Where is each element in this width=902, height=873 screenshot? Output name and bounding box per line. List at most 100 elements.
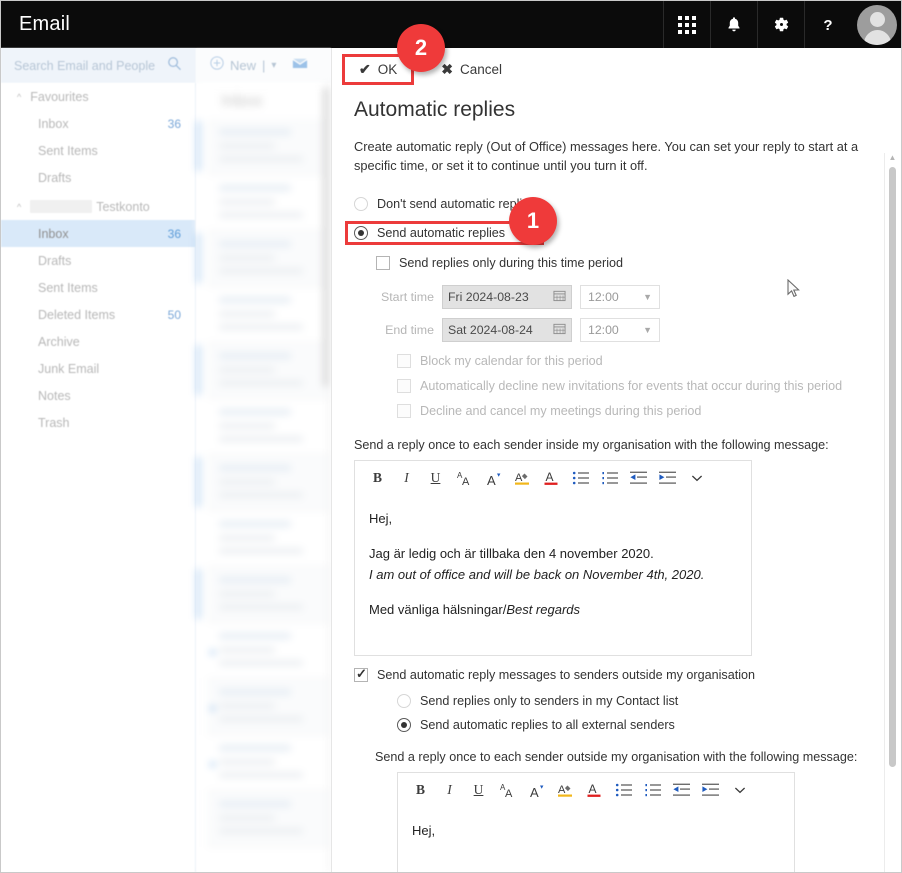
decline-invitations-checkbox[interactable]: [397, 379, 411, 394]
message-list-scrollbar[interactable]: [323, 87, 328, 387]
shrink-font-icon[interactable]: A: [522, 775, 551, 804]
list-item[interactable]: [197, 119, 330, 175]
inside-org-message-body[interactable]: Hej, Jag är ledig och är tillbaka den 4 …: [355, 494, 751, 647]
sidebar-item-fav-sent-items[interactable]: Sent Items: [1, 137, 195, 164]
envelope-icon[interactable]: [292, 57, 308, 75]
grow-font-icon[interactable]: AA: [450, 463, 479, 492]
more-formatting-chevron-icon[interactable]: [682, 463, 711, 492]
list-item[interactable]: ►: [207, 679, 330, 735]
sidebar-item-junk-email[interactable]: Junk Email: [1, 355, 195, 382]
list-item[interactable]: [207, 175, 330, 231]
options-scrollbar[interactable]: ▲ ▼: [886, 153, 899, 872]
bulleted-list-icon[interactable]: [609, 775, 638, 804]
outside-org-message-body[interactable]: Hej,: [398, 806, 794, 868]
notifications-bell-icon[interactable]: [710, 1, 757, 48]
italic-icon[interactable]: I: [392, 463, 421, 492]
sidebar-item-fav-inbox[interactable]: Inbox 36: [1, 110, 195, 137]
sidebar-item-fav-drafts[interactable]: Drafts: [1, 164, 195, 191]
list-item[interactable]: ►: [207, 735, 330, 791]
chevron-down-icon[interactable]: ▼: [643, 292, 652, 302]
send-automatic-replies-row[interactable]: Send automatic replies: [345, 221, 874, 246]
sidebar-item-label: Trash: [38, 415, 70, 430]
avatar[interactable]: [851, 1, 901, 48]
bulleted-list-icon[interactable]: [566, 463, 595, 492]
calendar-icon[interactable]: [553, 322, 566, 338]
decline-invitations-row[interactable]: Automatically decline new invitations fo…: [354, 379, 874, 394]
outside-org-checkbox[interactable]: [354, 666, 368, 683]
highlight-color-icon[interactable]: A: [551, 775, 580, 804]
italic-icon[interactable]: I: [435, 775, 464, 804]
sidebar-item-drafts[interactable]: Drafts: [1, 247, 195, 274]
sidebar-item-inbox[interactable]: Inbox 36: [1, 220, 195, 247]
grow-font-icon[interactable]: AA: [493, 775, 522, 804]
bold-icon[interactable]: B: [406, 775, 435, 804]
list-item[interactable]: [207, 791, 330, 847]
time-period-checkbox[interactable]: [376, 256, 390, 271]
decrease-indent-icon[interactable]: [667, 775, 696, 804]
underline-icon[interactable]: U: [464, 775, 493, 804]
search-bar[interactable]: Search Email and People: [1, 48, 196, 83]
outside-org-row[interactable]: Send automatic reply messages to senders…: [354, 666, 874, 683]
sidebar-item-sent-items[interactable]: Sent Items: [1, 274, 195, 301]
bold-icon[interactable]: B: [363, 463, 392, 492]
scrollbar-thumb[interactable]: [889, 167, 896, 767]
underline-icon[interactable]: U: [421, 463, 450, 492]
list-item[interactable]: ►: [207, 623, 330, 679]
font-color-icon[interactable]: A: [537, 463, 566, 492]
block-calendar-row[interactable]: Block my calendar for this period: [354, 354, 874, 369]
increase-indent-icon[interactable]: [696, 775, 725, 804]
increase-indent-icon[interactable]: [653, 463, 682, 492]
block-calendar-checkbox[interactable]: [397, 354, 411, 369]
sidebar-item-archive[interactable]: Archive: [1, 328, 195, 355]
shrink-font-icon[interactable]: A: [479, 463, 508, 492]
settings-gear-icon[interactable]: [757, 1, 804, 48]
numbered-list-icon[interactable]: [638, 775, 667, 804]
dont-send-automatic-replies-row[interactable]: Don't send automatic replies: [354, 197, 874, 212]
app-launcher-waffle-icon[interactable]: [663, 1, 710, 48]
scroll-up-arrow-icon[interactable]: ▲: [888, 153, 897, 162]
time-period-row[interactable]: Send replies only during this time perio…: [354, 256, 874, 271]
contacts-only-radio[interactable]: [397, 694, 411, 709]
list-item[interactable]: [197, 567, 330, 623]
chevron-down-icon[interactable]: ▼: [643, 325, 652, 335]
highlight-color-icon[interactable]: A: [508, 463, 537, 492]
search-icon[interactable]: [167, 56, 182, 76]
more-formatting-chevron-icon[interactable]: [725, 775, 754, 804]
chevron-down-icon[interactable]: ▾: [271, 60, 276, 71]
sidebar-item-deleted-items[interactable]: Deleted Items 50: [1, 301, 195, 328]
font-color-icon[interactable]: A: [580, 775, 609, 804]
search-input[interactable]: Search Email and People: [1, 59, 155, 73]
start-date-input[interactable]: Fri 2024-08-23: [442, 285, 572, 310]
end-time-select[interactable]: 12:00 ▼: [580, 318, 660, 343]
dont-send-automatic-replies-radio[interactable]: [354, 197, 368, 212]
numbered-list-icon[interactable]: [595, 463, 624, 492]
sidebar-item-trash[interactable]: Trash: [1, 409, 195, 436]
decline-cancel-meetings-checkbox[interactable]: [397, 404, 411, 419]
decline-cancel-meetings-row[interactable]: Decline and cancel my meetings during th…: [354, 404, 874, 419]
sidebar-item-notes[interactable]: Notes: [1, 382, 195, 409]
end-date-input[interactable]: Sat 2024-08-24: [442, 318, 572, 343]
all-external-row[interactable]: Send automatic replies to all external s…: [354, 718, 874, 733]
decrease-indent-icon[interactable]: [624, 463, 653, 492]
list-item[interactable]: [207, 399, 330, 455]
list-item[interactable]: [197, 343, 330, 399]
list-item[interactable]: [207, 287, 330, 343]
list-item[interactable]: [207, 511, 330, 567]
all-external-radio[interactable]: [397, 718, 411, 733]
message-list[interactable]: Inbox ► ► ►: [197, 83, 330, 872]
plus-circle-icon[interactable]: [210, 56, 224, 75]
outside-org-message-editor[interactable]: B I U AA A A A Hej,: [397, 772, 795, 872]
inside-org-message-editor[interactable]: B I U AA A A A Hej, Jag är ledig och är …: [354, 460, 752, 657]
send-automatic-replies-radio[interactable]: [354, 226, 368, 241]
contacts-only-row[interactable]: Send replies only to senders in my Conta…: [354, 694, 874, 709]
sidebar-group-favourites[interactable]: ^ Favourites: [1, 83, 195, 110]
chevron-up-icon[interactable]: ^: [17, 202, 21, 212]
sidebar-group-testkonto[interactable]: ^ Testkonto: [1, 193, 195, 220]
calendar-icon[interactable]: [553, 289, 566, 305]
new-button-label[interactable]: New: [230, 58, 256, 73]
help-question-icon[interactable]: ?: [804, 1, 851, 48]
list-item[interactable]: [197, 455, 330, 511]
start-time-select[interactable]: 12:00 ▼: [580, 285, 660, 310]
chevron-up-icon[interactable]: ^: [17, 92, 21, 102]
list-item[interactable]: [197, 231, 330, 287]
